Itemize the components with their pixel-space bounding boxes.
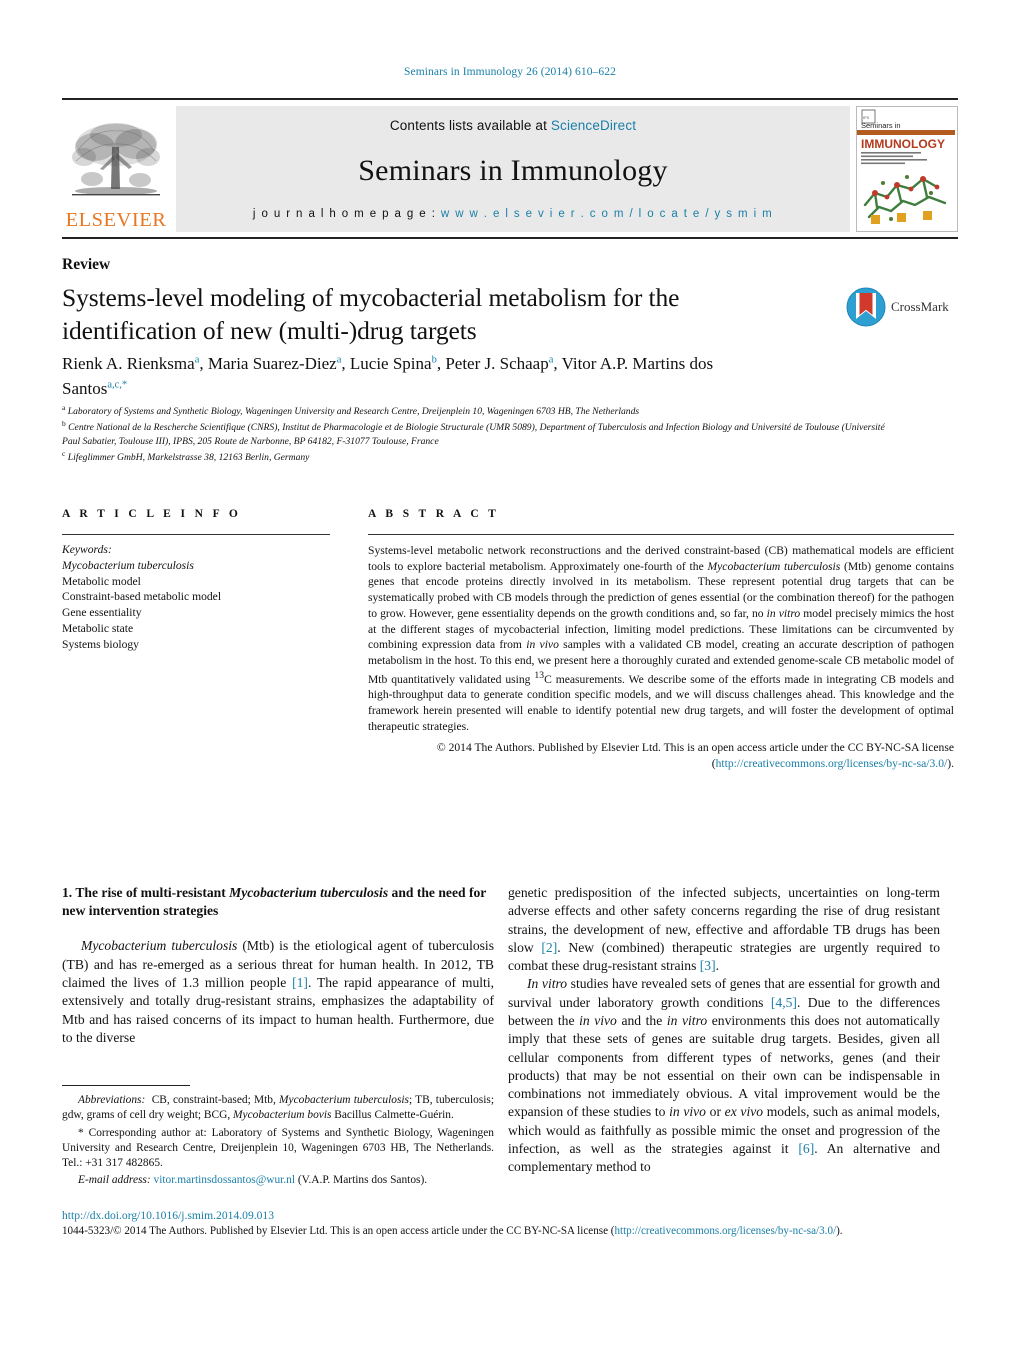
elsevier-wordmark: ELSEVIER xyxy=(65,208,167,231)
footnote-block: Abbreviations: CB, constraint-based; Mtb… xyxy=(62,1085,494,1191)
abstract-body: Systems-level metabolic network reconstr… xyxy=(368,544,955,733)
running-head: Seminars in Immunology 26 (2014) 610–622 xyxy=(404,66,616,78)
email-suffix: (V.A.P. Martins dos Santos). xyxy=(297,1174,428,1187)
keywords-label: Keywords: xyxy=(62,543,112,556)
footnote-email: E-mail address: vitor.martinsdossantos@w… xyxy=(62,1173,494,1188)
keyword-item-2: Constraint-based metabolic model xyxy=(62,590,222,604)
crossmark-label: CrossMark xyxy=(891,299,949,314)
elsevier-tree-icon xyxy=(70,116,162,209)
journal-masthead: ELSEVIER Contents lists available at Sci… xyxy=(62,98,958,239)
article-info-rule xyxy=(62,534,330,535)
contents-available-line: Contents lists available at ScienceDirec… xyxy=(390,118,636,133)
crossmark-badge[interactable]: CrossMark xyxy=(845,282,953,332)
email-line: E-mail address: vitor.martinsdossantos@w… xyxy=(62,1173,494,1188)
abstract-copyright: © 2014 The Authors. Published by Elsevie… xyxy=(368,740,954,771)
journal-cover-image: IFS Seminars in IMMUNOLOGY xyxy=(857,107,955,231)
keyword-item-3: Gene essentiality xyxy=(62,606,142,620)
svg-text:Seminars in: Seminars in xyxy=(861,121,901,130)
section-1-paragraph-1: Mycobacterium tuberculosis (Mtb) is the … xyxy=(62,938,494,1045)
article-info-column: A R T I C L E I N F O Keywords: Mycobact… xyxy=(62,508,330,652)
journal-cover-thumbnail: IFS Seminars in IMMUNOLOGY xyxy=(856,106,958,232)
abbreviations-text: Abbreviations: CB, constraint-based; Mtb… xyxy=(62,1094,494,1122)
issn-prefix: 1044-5323/© 2014 The Authors. Published … xyxy=(62,1225,615,1238)
article-first-page: Seminars in Immunology 26 (2014) 610–622 xyxy=(0,0,1020,1351)
article-type-kicker: Review xyxy=(62,256,111,273)
keyword-item-0: Mycobacterium tuberculosis xyxy=(62,558,194,572)
affiliation-b: b Centre National de la Rescherche Scien… xyxy=(62,419,892,449)
license-link[interactable]: http://creativecommons.org/licenses/by-n… xyxy=(716,757,948,770)
affiliation-b-text: Centre National de la Rescherche Scienti… xyxy=(62,422,885,448)
section-1-paragraph-2: In vitro studies have revealed sets of g… xyxy=(508,976,941,1175)
article-info-heading: A R T I C L E I N F O xyxy=(62,508,242,520)
author-list: Rienk A. Rienksmaa, Maria Suarez-Dieza, … xyxy=(62,354,714,398)
abstract-heading: A B S T R A C T xyxy=(368,508,500,520)
affiliation-mark-a: a xyxy=(62,403,66,412)
abstract-rule xyxy=(368,534,954,535)
keywords-block: Keywords: Mycobacterium tuberculosis Met… xyxy=(62,542,330,652)
doi-link[interactable]: http://dx.doi.org/10.1016/j.smim.2014.09… xyxy=(62,1208,958,1223)
body-column-right: genetic predisposition of the infected s… xyxy=(508,884,940,1177)
affiliation-mark-b: b xyxy=(62,419,66,429)
keyword-item-4: Metabolic state xyxy=(62,621,134,635)
affiliation-c-text: Lifeglimmer GmbH, Markelstrasse 38, 1216… xyxy=(67,452,310,464)
affiliation-a-text: Laboratory of Systems and Synthetic Biol… xyxy=(67,406,640,418)
crossmark-icon xyxy=(846,287,886,327)
journal-title: Seminars in Immunology xyxy=(358,153,668,187)
affiliation-list: a Laboratory of Systems and Synthetic Bi… xyxy=(62,403,892,465)
section-1-paragraph-continued: genetic predisposition of the infected s… xyxy=(508,885,940,974)
elsevier-logo: ELSEVIER xyxy=(62,106,170,232)
corresponding-author-text: * Corresponding author at: Laboratory of… xyxy=(62,1126,494,1170)
email-link[interactable]: vitor.martinsdossantos@wur.nl xyxy=(154,1174,295,1186)
footnote-corresponding-author: * Corresponding author at: Laboratory of… xyxy=(62,1126,494,1172)
body-column-left: 1. The rise of multi-resistant Mycobacte… xyxy=(62,884,494,1047)
copyright-tail: ). xyxy=(947,757,954,770)
issn-tail: ). xyxy=(836,1225,843,1238)
affiliation-a: a Laboratory of Systems and Synthetic Bi… xyxy=(62,403,892,419)
keyword-item-5: Systems biology xyxy=(62,637,139,651)
issn-copyright-line: 1044-5323/© 2014 The Authors. Published … xyxy=(62,1224,958,1238)
homepage-url-link[interactable]: w w w . e l s e v i e r . c o m / l o c … xyxy=(441,208,773,220)
affiliation-c: c Lifeglimmer GmbH, Markelstrasse 38, 12… xyxy=(62,449,892,465)
footer-license-link[interactable]: http://creativecommons.org/licenses/by-n… xyxy=(614,1225,836,1237)
keyword-item-1: Metabolic model xyxy=(62,574,141,588)
homepage-label: j o u r n a l h o m e p a g e : xyxy=(252,208,441,220)
page-footer: http://dx.doi.org/10.1016/j.smim.2014.09… xyxy=(62,1208,958,1238)
affiliation-mark-c: c xyxy=(62,449,66,459)
email-label: E-mail address: xyxy=(78,1174,151,1187)
page-title: Systems-level modeling of mycobacterial … xyxy=(62,283,680,345)
sciencedirect-link[interactable]: ScienceDirect xyxy=(551,118,636,133)
footnote-abbreviations: Abbreviations: CB, constraint-based; Mtb… xyxy=(62,1093,494,1124)
footnote-rule xyxy=(62,1085,190,1086)
masthead-bottom-rule xyxy=(62,237,958,239)
abstract-column: A B S T R A C T Systems-level metabolic … xyxy=(368,508,954,772)
svg-text:IFS: IFS xyxy=(863,115,870,120)
journal-homepage-line: j o u r n a l h o m e p a g e : w w w . … xyxy=(253,208,773,220)
section-1-title: 1. The rise of multi-resistant Mycobacte… xyxy=(62,885,487,919)
svg-text:IMMUNOLOGY: IMMUNOLOGY xyxy=(861,137,945,151)
contents-prefix-text: Contents lists available at xyxy=(389,118,551,133)
masthead-center-panel: Contents lists available at ScienceDirec… xyxy=(176,106,850,232)
